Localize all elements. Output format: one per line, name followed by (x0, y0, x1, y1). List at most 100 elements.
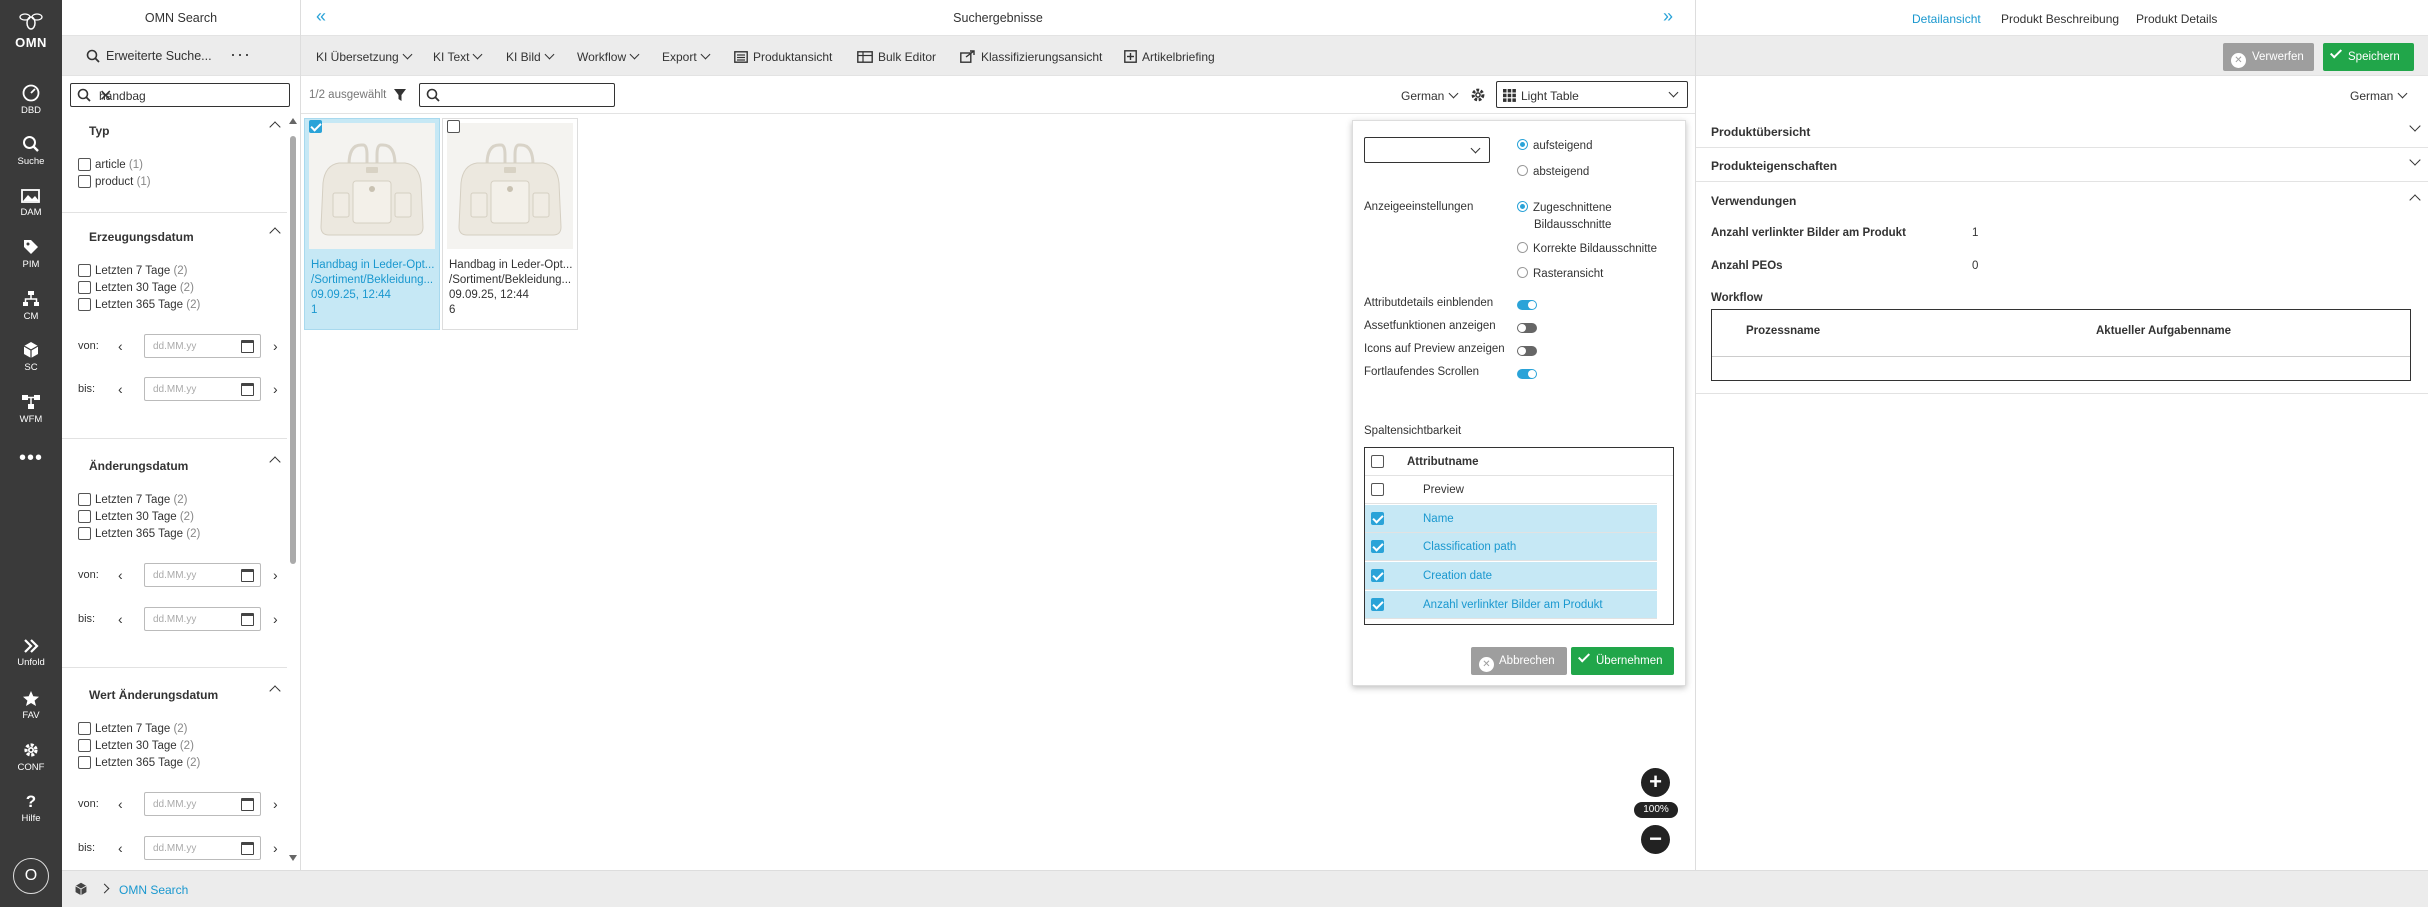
calendar-icon[interactable] (241, 842, 254, 855)
facet-option[interactable]: Letzten 30 Tage (2) (78, 281, 194, 295)
asset-functions-toggle[interactable] (1517, 323, 1537, 333)
display-correct-radio[interactable]: Korrekte Bildausschnitte (1517, 242, 1657, 256)
checkbox-checked[interactable] (1371, 569, 1384, 582)
collapse-left-icon[interactable]: « (316, 6, 326, 27)
checkbox[interactable] (78, 739, 91, 753)
from-date-input[interactable]: dd.MM.yy (144, 563, 261, 587)
facet-option[interactable]: Letzten 30 Tage (2) (78, 739, 194, 753)
facet-option[interactable]: Letzten 7 Tage (2) (78, 722, 188, 736)
rail-item-dam[interactable]: DAM (0, 187, 62, 218)
checkbox[interactable] (78, 527, 91, 541)
checkbox-checked[interactable] (1371, 512, 1384, 525)
prev-date-icon[interactable]: ‹ (118, 796, 123, 812)
column-row[interactable]: Anzahl verlinkter Bilder am Produkt (1365, 591, 1657, 619)
attr-details-toggle[interactable] (1517, 300, 1537, 310)
rail-item-suche[interactable]: Suche (0, 135, 62, 167)
breadcrumb-link[interactable]: OMN Search (119, 883, 188, 897)
rail-item-sc[interactable]: SC (0, 341, 62, 373)
rail-item-pim[interactable]: PIM (0, 238, 62, 270)
sort-descending-radio[interactable]: absteigend (1517, 165, 1589, 179)
artikelbriefing-button[interactable]: Artikelbriefing (1124, 50, 1215, 64)
results-search-input[interactable] (419, 83, 615, 107)
tab-produkt-details[interactable]: Produkt Details (2136, 12, 2217, 26)
calendar-icon[interactable] (241, 340, 254, 353)
prev-date-icon[interactable]: ‹ (118, 381, 123, 397)
checkbox-checked[interactable] (1371, 598, 1384, 611)
rail-item-unfold[interactable]: Unfold (0, 638, 62, 668)
rail-item-cm[interactable]: CM (0, 290, 62, 322)
next-date-icon[interactable]: › (273, 381, 278, 397)
prev-date-icon[interactable]: ‹ (118, 338, 123, 354)
language-select[interactable]: German (1401, 88, 1459, 103)
scroll-down-icon[interactable] (289, 855, 297, 861)
zoom-in-button[interactable]: + (1641, 768, 1670, 797)
prev-date-icon[interactable]: ‹ (118, 840, 123, 856)
export-menu[interactable]: Export (662, 49, 711, 64)
product-thumbnail[interactable] (309, 123, 435, 249)
omn-logo[interactable]: OMN (0, 12, 62, 50)
zoom-out-button[interactable]: − (1641, 825, 1670, 854)
calendar-icon[interactable] (241, 798, 254, 811)
ki-bild-menu[interactable]: KI Bild (506, 49, 555, 64)
radio-selected[interactable] (1517, 139, 1528, 150)
facet-option[interactable]: Letzten 7 Tage (2) (78, 264, 188, 278)
product-thumbnail[interactable] (447, 123, 573, 249)
checkbox-checked[interactable] (309, 120, 322, 134)
filter-icon[interactable] (393, 88, 407, 102)
checkbox[interactable] (78, 510, 91, 524)
advanced-search-button[interactable]: Erweiterte Suche... (106, 49, 212, 63)
ki-text-menu[interactable]: KI Text (433, 49, 483, 64)
collapse-right-icon[interactable]: » (1663, 6, 1673, 27)
workflow-menu[interactable]: Workflow (577, 49, 640, 64)
rail-item-conf[interactable]: CONF (0, 741, 62, 773)
section-produktuebersicht[interactable]: Produktübersicht (1696, 114, 2428, 148)
settings-gear-icon[interactable] (1470, 87, 1486, 103)
apply-button[interactable]: Übernehmen (1571, 647, 1674, 675)
rail-item-wfm[interactable]: WFM (0, 393, 62, 425)
result-card[interactable]: Handbag in Leder-Opt... /Sortiment/Bekle… (304, 118, 440, 330)
continuous-scroll-toggle[interactable] (1517, 369, 1537, 379)
search-input[interactable]: handbag ✕ (70, 83, 290, 107)
clear-search-icon[interactable]: ✕ (99, 86, 284, 106)
checkbox[interactable] (78, 281, 91, 295)
rail-more-button[interactable]: ••• (0, 448, 62, 468)
rail-item-dbd[interactable]: DBD (0, 84, 62, 116)
next-date-icon[interactable]: › (273, 796, 278, 812)
facet-option[interactable]: Letzten 30 Tage (2) (78, 510, 194, 524)
klassifizierungsansicht-button[interactable]: Klassifizierungsansicht (960, 50, 1102, 64)
to-date-input[interactable]: dd.MM.yy (144, 836, 261, 860)
facet-option[interactable]: Letzten 365 Tage (2) (78, 298, 200, 312)
checkbox[interactable] (447, 120, 460, 134)
column-row[interactable]: Creation date (1365, 562, 1657, 590)
tab-produkt-beschreibung[interactable]: Produkt Beschreibung (2001, 12, 2119, 26)
column-row[interactable]: Preview (1365, 476, 1657, 504)
facet-option[interactable]: article (1) (78, 158, 143, 172)
facet-option[interactable]: Letzten 365 Tage (2) (78, 527, 200, 541)
scroll-up-icon[interactable] (289, 118, 297, 124)
from-date-input[interactable]: dd.MM.yy (144, 792, 261, 816)
more-options-icon[interactable]: ··· (230, 44, 251, 65)
column-row[interactable]: Name (1365, 505, 1657, 533)
from-date-input[interactable]: dd.MM.yy (144, 334, 261, 358)
calendar-icon[interactable] (241, 383, 254, 396)
checkbox[interactable] (78, 158, 91, 172)
facet-option[interactable]: Letzten 365 Tage (2) (78, 756, 200, 770)
display-grid-radio[interactable]: Rasteransicht (1517, 267, 1603, 281)
radio-selected[interactable] (1517, 201, 1528, 212)
checkbox[interactable] (78, 722, 91, 736)
cancel-button[interactable]: ✕ Abbrechen (1471, 647, 1567, 675)
discard-button[interactable]: ✕ Verwerfen (2223, 43, 2314, 71)
facet-option[interactable]: product (1) (78, 175, 151, 189)
to-date-input[interactable]: dd.MM.yy (144, 377, 261, 401)
checkbox[interactable] (78, 756, 91, 770)
next-date-icon[interactable]: › (273, 567, 278, 583)
tab-detailansicht[interactable]: Detailansicht (1912, 12, 1981, 26)
next-date-icon[interactable]: › (273, 611, 278, 627)
prev-date-icon[interactable]: ‹ (118, 611, 123, 627)
result-card[interactable]: Handbag in Leder-Opt... /Sortiment/Bekle… (442, 118, 578, 330)
card-checkbox[interactable] (309, 119, 326, 134)
checkbox[interactable] (78, 264, 91, 278)
bulk-editor-button[interactable]: Bulk Editor (857, 50, 936, 64)
column-row[interactable]: Classification path (1365, 533, 1657, 561)
sort-field-select[interactable] (1364, 137, 1490, 163)
